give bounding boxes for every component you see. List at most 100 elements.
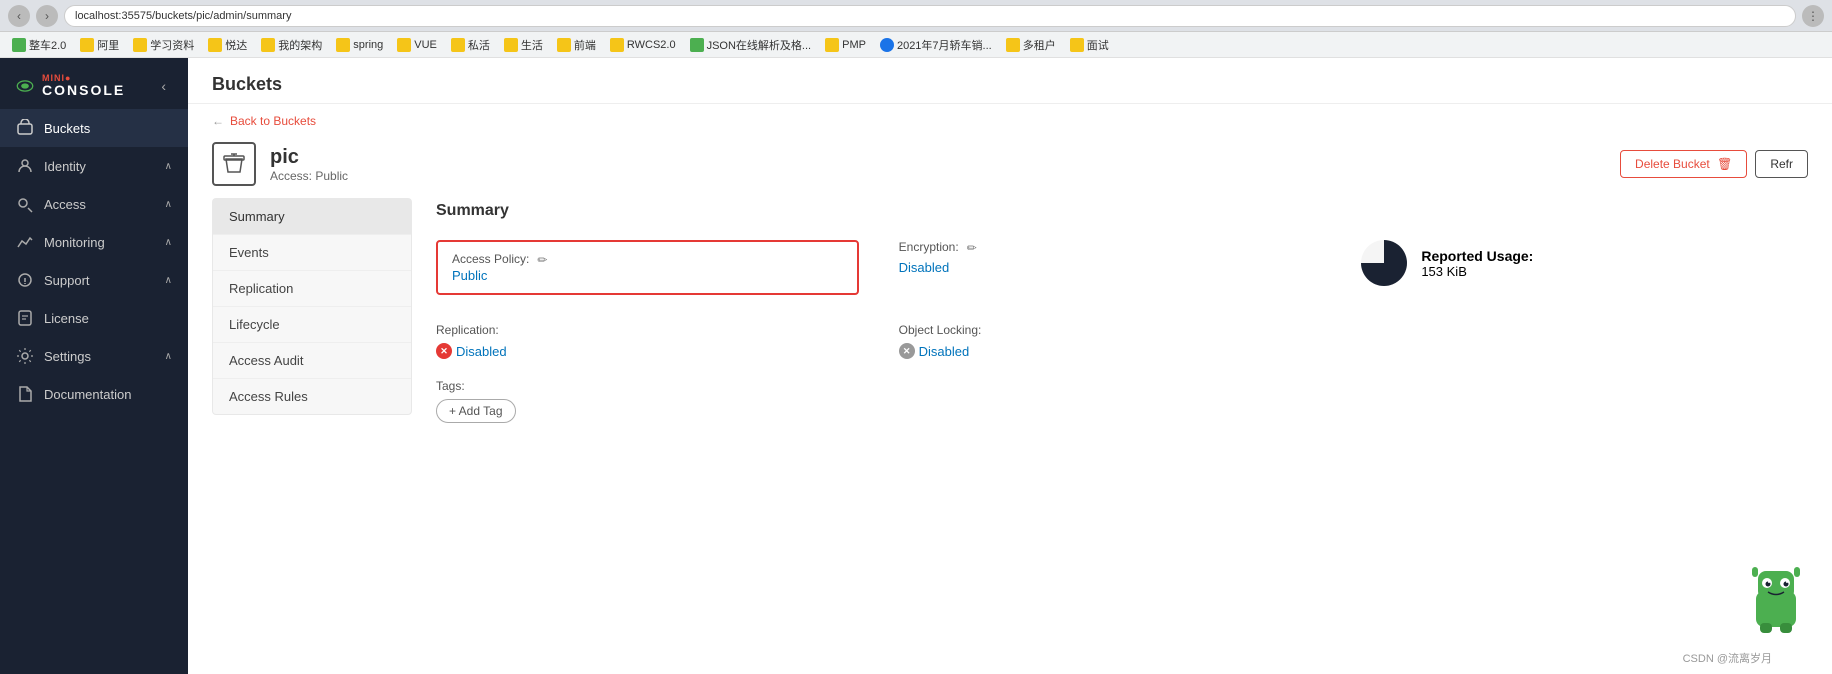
sidebar-item-buckets-label: Buckets xyxy=(44,121,172,136)
bookmark-icon-yueda xyxy=(208,38,222,52)
breadcrumb-arrow: ← xyxy=(212,114,224,128)
sidebar-item-support-label: Support xyxy=(44,273,155,288)
bookmark-private[interactable]: 私活 xyxy=(445,35,496,55)
access-value: Public xyxy=(315,169,348,183)
bookmark-icon-pmp xyxy=(825,38,839,52)
left-nav-item-access-audit[interactable]: Access Audit xyxy=(213,343,411,379)
bookmark-study[interactable]: 学习资料 xyxy=(127,35,200,55)
bookmark-car[interactable]: 2021年7月轿车销... xyxy=(874,35,998,55)
logo-text: MINI● CONSOLE xyxy=(42,74,125,97)
bookmark-ali[interactable]: 阿里 xyxy=(74,35,125,55)
bookmark-tenant[interactable]: 多租户 xyxy=(1000,35,1062,55)
sidebar-collapse-button[interactable]: ‹ xyxy=(155,76,172,96)
sidebar-navigation: Buckets Identity ∧ xyxy=(0,109,188,674)
usage-chart xyxy=(1361,240,1407,286)
access-policy-label: Access Policy: xyxy=(452,252,529,266)
sidebar-item-buckets[interactable]: Buckets xyxy=(0,109,188,147)
encryption-section: Encryption: ✏ Disabled xyxy=(899,240,1322,275)
browser-bar: ‹ › localhost:35575/buckets/pic/admin/su… xyxy=(0,0,1832,32)
app-container: MINI● CONSOLE ‹ Buckets xyxy=(0,58,1832,674)
delete-icon: 🗑 xyxy=(1717,157,1732,171)
back-button[interactable]: ‹ xyxy=(8,5,30,27)
left-nav-access-rules-label: Access Rules xyxy=(229,389,308,404)
delete-bucket-button[interactable]: Delete Bucket 🗑 xyxy=(1620,150,1747,178)
bookmark-icon-interview xyxy=(1070,38,1084,52)
bucket-info-bar: pic Access: Public Delete Bucket 🗑 Refr xyxy=(188,134,1832,198)
left-nav-item-access-rules[interactable]: Access Rules xyxy=(213,379,411,414)
left-nav-item-summary[interactable]: Summary xyxy=(213,199,411,235)
logo-console: CONSOLE xyxy=(42,83,125,97)
url-bar[interactable]: localhost:35575/buckets/pic/admin/summar… xyxy=(64,5,1796,27)
bookmark-yueda[interactable]: 悦达 xyxy=(202,35,253,55)
refresh-button[interactable]: Refr xyxy=(1755,150,1808,178)
bookmark-icon-private xyxy=(451,38,465,52)
access-policy-value[interactable]: Public xyxy=(452,268,487,283)
encryption-edit-icon[interactable]: ✏ xyxy=(967,241,977,255)
access-label: Access: xyxy=(270,169,312,183)
add-tag-button[interactable]: + Add Tag xyxy=(436,399,516,423)
sidebar-item-access[interactable]: Access ∧ xyxy=(0,185,188,223)
usage-text: Reported Usage: 153 KiB xyxy=(1421,248,1533,279)
left-nav-panel: Summary Events Replication Lifecycle Acc… xyxy=(212,198,412,415)
left-nav-item-events[interactable]: Events xyxy=(213,235,411,271)
left-nav-access-audit-label: Access Audit xyxy=(229,353,303,368)
sidebar-item-access-label: Access xyxy=(44,197,155,212)
identity-icon xyxy=(16,157,34,175)
left-nav-lifecycle-label: Lifecycle xyxy=(229,317,280,332)
forward-button[interactable]: › xyxy=(36,5,58,27)
bookmark-frontend[interactable]: 前端 xyxy=(551,35,602,55)
access-policy-edit-icon[interactable]: ✏ xyxy=(537,253,547,267)
bookmark-icon-rwcs xyxy=(610,38,624,52)
back-to-buckets-link[interactable]: Back to Buckets xyxy=(230,114,316,128)
bookmark-pmp[interactable]: PMP xyxy=(819,36,872,54)
sidebar-item-license[interactable]: License xyxy=(0,299,188,337)
sidebar-item-support[interactable]: Support ∧ xyxy=(0,261,188,299)
main-header: Buckets xyxy=(188,58,1832,104)
extensions-button[interactable]: ⋮ xyxy=(1802,5,1824,27)
bucket-actions: Delete Bucket 🗑 Refr xyxy=(1620,150,1808,178)
encryption-value[interactable]: Disabled xyxy=(899,260,1322,275)
bookmark-rwcs[interactable]: RWCS2.0 xyxy=(604,36,682,54)
reported-usage-section: Reported Usage: 153 KiB xyxy=(1361,240,1784,286)
access-policy-box: Access Policy: ✏ Public xyxy=(436,240,859,295)
sidebar-item-monitoring[interactable]: Monitoring ∧ xyxy=(0,223,188,261)
mascot-container xyxy=(1742,561,1810,644)
bookmark-zhengche[interactable]: 整车2.0 xyxy=(6,35,72,55)
delete-bucket-label: Delete Bucket xyxy=(1635,157,1710,171)
left-nav-item-lifecycle[interactable]: Lifecycle xyxy=(213,307,411,343)
encryption-label: Encryption: xyxy=(899,240,959,254)
main-content: Buckets ← Back to Buckets pic xyxy=(188,58,1832,674)
bookmark-life[interactable]: 生活 xyxy=(498,35,549,55)
left-nav-item-replication[interactable]: Replication xyxy=(213,271,411,307)
sidebar-item-identity[interactable]: Identity ∧ xyxy=(0,147,188,185)
tags-section: Tags: + Add Tag xyxy=(436,379,859,423)
bookmark-architecture[interactable]: 我的架构 xyxy=(255,35,328,55)
sidebar-item-documentation[interactable]: Documentation xyxy=(0,375,188,413)
bookmark-icon-json xyxy=(690,38,704,52)
tags-label: Tags: xyxy=(436,379,859,393)
replication-value[interactable]: Disabled xyxy=(456,344,507,359)
replication-disabled-badge: ✕ Disabled xyxy=(436,343,859,359)
sidebar: MINI● CONSOLE ‹ Buckets xyxy=(0,58,188,674)
bucket-left: pic Access: Public xyxy=(212,142,348,186)
bookmark-interview[interactable]: 面试 xyxy=(1064,35,1115,55)
replication-label: Replication: xyxy=(436,323,859,337)
sidebar-item-settings[interactable]: Settings ∧ xyxy=(0,337,188,375)
object-locking-disabled-badge: ✕ Disabled xyxy=(899,343,1322,359)
replication-disabled-icon: ✕ xyxy=(436,343,452,359)
bookmark-vue[interactable]: VUE xyxy=(391,36,443,54)
support-icon xyxy=(16,271,34,289)
sidebar-item-documentation-label: Documentation xyxy=(44,387,172,402)
left-nav-summary-label: Summary xyxy=(229,209,285,224)
add-tag-label: + Add Tag xyxy=(449,404,503,418)
access-policy-section: Access Policy: ✏ Public xyxy=(436,240,859,303)
bookmark-spring[interactable]: spring xyxy=(330,36,389,54)
sidebar-item-license-label: License xyxy=(44,311,172,326)
bucket-name-section: pic Access: Public xyxy=(270,146,348,183)
reported-usage-title: Reported Usage: xyxy=(1421,248,1533,264)
summary-grid: Access Policy: ✏ Public Encryption: ✏ Di… xyxy=(436,240,1784,423)
access-icon xyxy=(16,195,34,213)
object-locking-value[interactable]: Disabled xyxy=(919,344,970,359)
refresh-label: Refr xyxy=(1770,157,1793,171)
bookmark-json[interactable]: JSON在线解析及格... xyxy=(684,35,818,55)
